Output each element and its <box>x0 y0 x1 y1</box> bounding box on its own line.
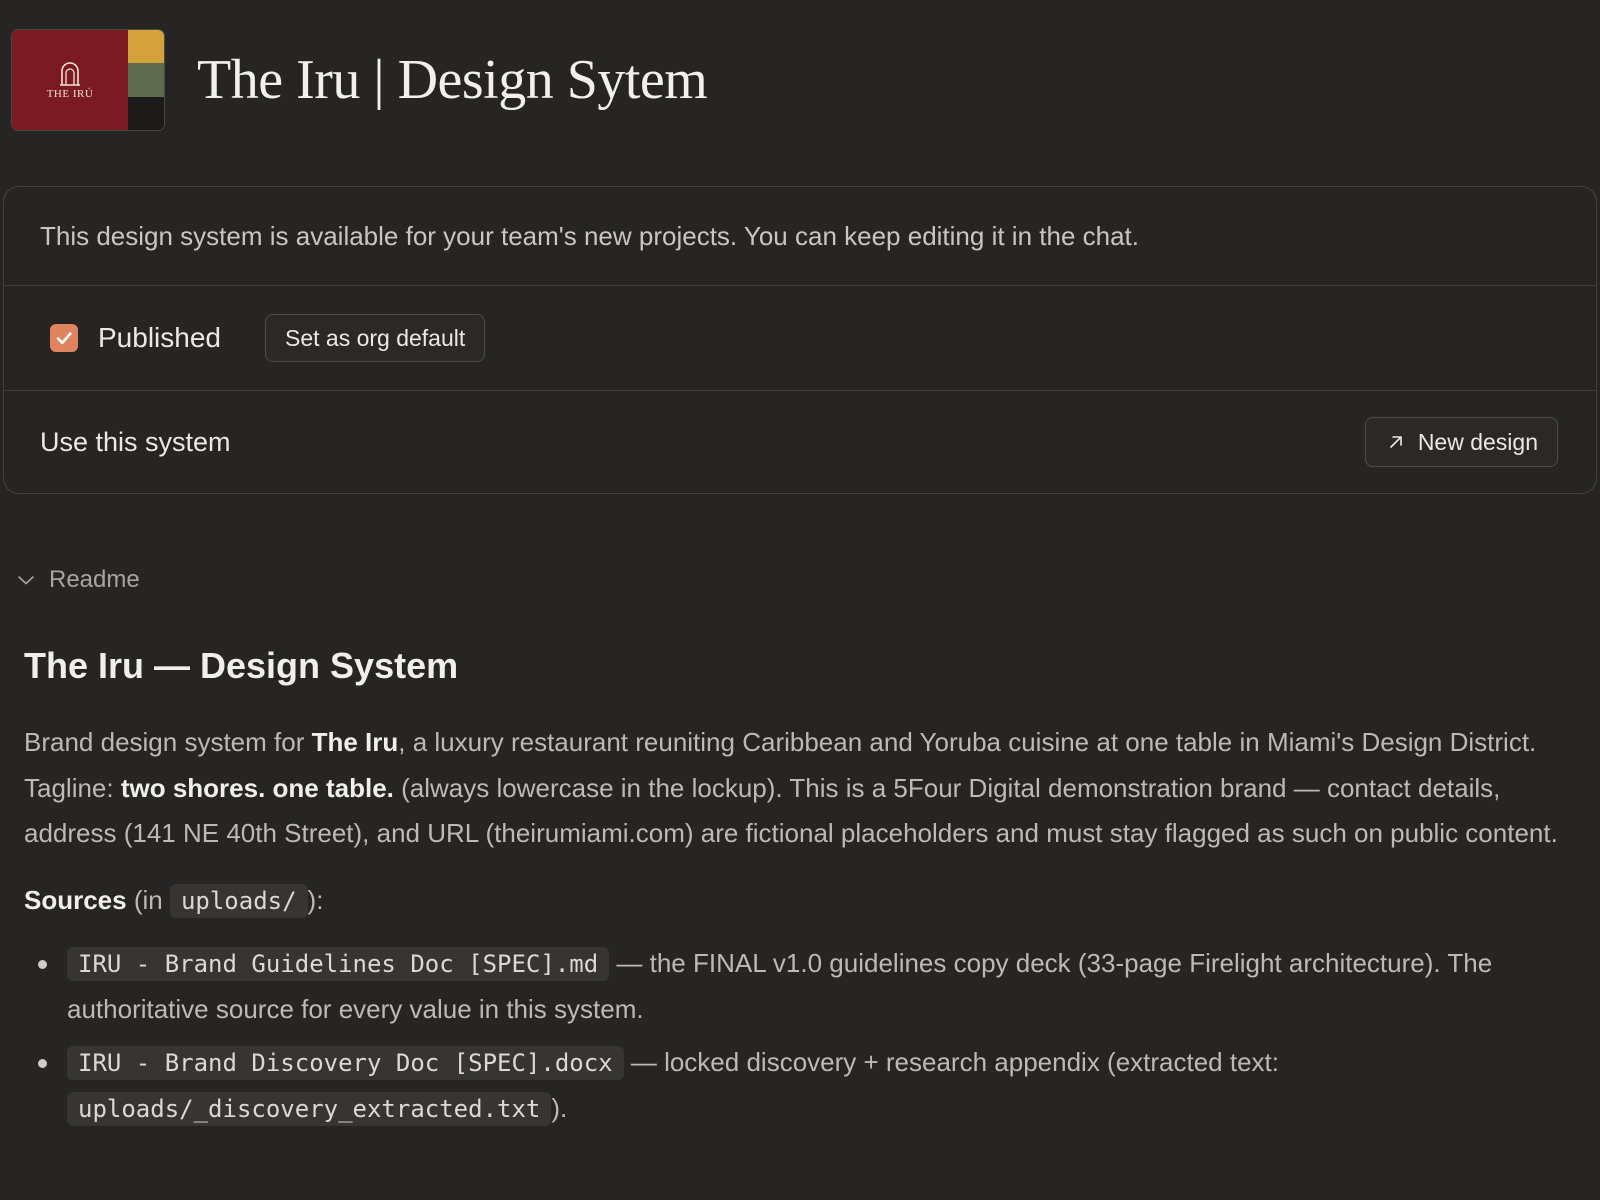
sources-list: IRU - Brand Guidelines Doc [SPEC].md — t… <box>24 941 1584 1132</box>
info-row: This design system is available for your… <box>4 187 1596 285</box>
readme-content: The Iru — Design System Brand design sys… <box>24 640 1584 1140</box>
sources-label: Sources <box>24 884 127 915</box>
source-description-end: ). <box>551 1092 568 1123</box>
source-description: — locked discovery + research appendix (… <box>623 1046 1279 1077</box>
logo-swatches <box>128 30 164 130</box>
readme-label: Readme <box>49 566 140 593</box>
published-toggle[interactable]: Published <box>50 322 221 354</box>
bullet <box>38 1058 47 1068</box>
page-title: The Iru | Design Sytem <box>197 49 708 111</box>
list-item: IRU - Brand Guidelines Doc [SPEC].md — t… <box>24 941 1584 1032</box>
use-system-label: Use this system <box>40 426 231 457</box>
design-system-card: This design system is available for your… <box>3 186 1597 494</box>
source-file: IRU - Brand Guidelines Doc [SPEC].md <box>67 946 610 981</box>
chevron-down-icon <box>18 576 34 585</box>
use-system-row: Use this system New design <box>4 390 1596 493</box>
published-label: Published <box>98 322 221 353</box>
swatch-gold <box>128 30 164 64</box>
readme-toggle[interactable]: Readme <box>17 566 140 594</box>
publish-row: Published Set as org default <box>4 285 1596 390</box>
set-org-default-button[interactable]: Set as org default <box>264 314 486 362</box>
swatch-olive <box>128 63 164 97</box>
logo-mark: THE IRÚ <box>12 30 128 130</box>
checkmark-icon <box>56 332 72 345</box>
sources-folder: uploads/ <box>169 883 308 918</box>
sources-pre: (in <box>126 884 170 915</box>
sources-heading: Sources (in uploads/): <box>24 876 1584 925</box>
new-design-label: New design <box>1417 428 1538 455</box>
new-design-button[interactable]: New design <box>1364 417 1558 467</box>
list-item: IRU - Brand Discovery Doc [SPEC].docx — … <box>24 1040 1584 1132</box>
intro-tagline: two shores. one table. <box>120 772 394 803</box>
brand-logo: THE IRÚ <box>11 29 165 131</box>
published-checkbox[interactable] <box>50 324 78 352</box>
swatch-black <box>128 96 164 130</box>
intro-text-1: Brand design system for <box>24 727 312 757</box>
intro-brand-name: The Iru <box>311 727 399 757</box>
arch-icon <box>60 62 80 86</box>
availability-message: This design system is available for your… <box>40 220 1139 251</box>
readme-title: The Iru — Design System <box>24 645 459 686</box>
logo-wordmark: THE IRÚ <box>46 88 94 100</box>
sources-post: ): <box>307 884 324 915</box>
header: THE IRÚ The Iru | Design Sytem <box>11 28 708 132</box>
readme-intro: Brand design system for The Iru, a luxur… <box>24 720 1584 857</box>
arrow-up-right-icon <box>1390 436 1402 448</box>
source-file-extracted: uploads/_discovery_extracted.txt <box>67 1091 552 1126</box>
source-file: IRU - Brand Discovery Doc [SPEC].docx <box>67 1045 624 1080</box>
bullet <box>38 959 47 969</box>
